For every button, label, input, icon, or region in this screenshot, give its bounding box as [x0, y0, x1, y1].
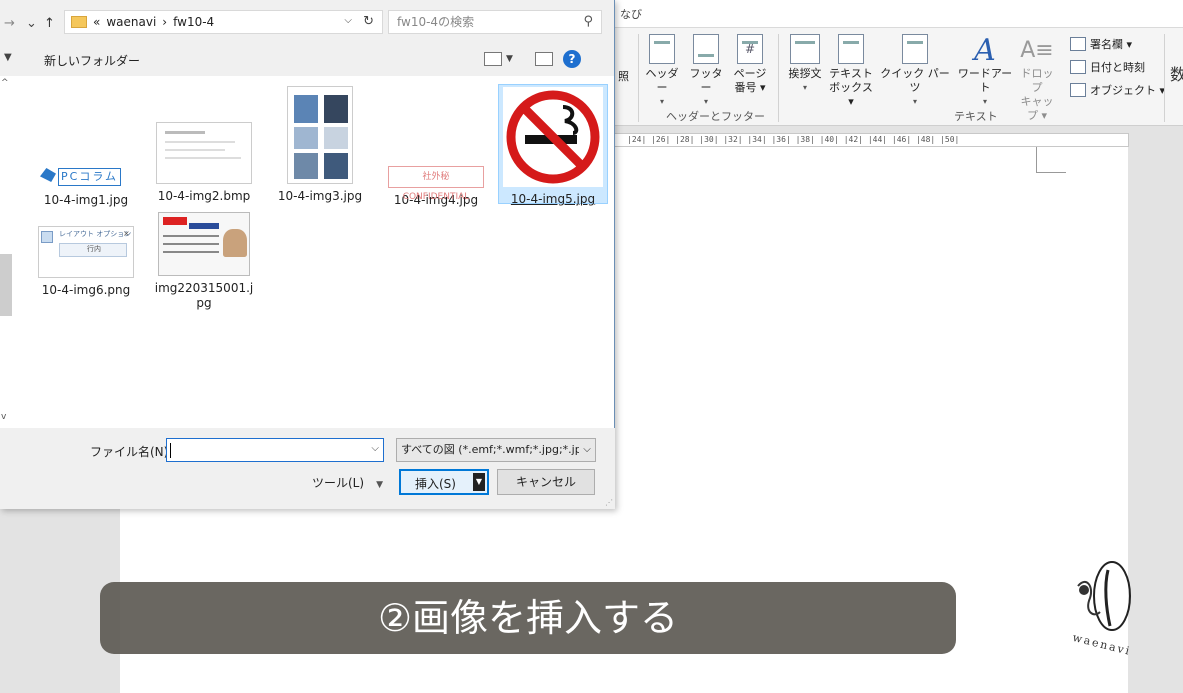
textbox-icon [838, 34, 864, 64]
tools-dropdown-icon: ▼ [376, 480, 383, 490]
page-number-button[interactable]: # ページ 番号 ▾ [730, 34, 770, 95]
ribbon-insert: 照 ヘッダー ▾ フッター ▾ # ページ 番号 ▾ 挨拶文 ▾ テキスト ボッ… [614, 28, 1183, 126]
header-button[interactable]: ヘッダー ▾ [642, 34, 682, 109]
file-name: img220315001.jpg [154, 281, 254, 310]
organize-dropdown-icon[interactable]: ▼ [4, 52, 12, 63]
insert-dropdown-icon[interactable]: ▼ [473, 473, 485, 491]
group-header-footer-label: ヘッダーとフッター [666, 110, 765, 123]
tutorial-caption: ②画像を挿入する [100, 582, 956, 654]
wordart-icon: A [974, 33, 996, 68]
ribbon-ref-button[interactable]: 照 [618, 70, 629, 84]
quick-parts-icon [902, 34, 928, 64]
file-type-select[interactable]: すべての図 (*.emf;*.wmf;*.jpg;*.jp ⌵ [396, 438, 596, 462]
folder-icon [71, 16, 87, 28]
filename-label: ファイル名(N): [90, 445, 173, 459]
refresh-icon[interactable]: ↻ [363, 14, 374, 29]
page-margin-corner [1036, 147, 1066, 173]
date-time-button[interactable]: 日付と時刻 [1070, 59, 1145, 75]
up-arrow-icon[interactable]: ↑ [44, 16, 55, 31]
object-icon [1070, 83, 1086, 97]
file-item[interactable]: img220315001.jpg [154, 212, 254, 311]
no-smoking-icon [503, 87, 603, 187]
group-separator [1164, 34, 1165, 122]
object-button[interactable]: オブジェクト ▾ [1070, 82, 1165, 98]
header-icon [649, 34, 675, 64]
cancel-button[interactable]: キャンセル [497, 469, 595, 495]
waenavi-logo: waenavi [1064, 556, 1140, 668]
tools-button[interactable]: ツール(L) ▼ [312, 474, 383, 491]
address-field[interactable]: « waenavi › fw10-4 ⌵ ↻ [64, 10, 383, 34]
signature-icon [1070, 37, 1086, 51]
file-item[interactable]: レイアウト オプション 行内 × 10-4-img6.png [36, 226, 136, 298]
view-mode-icon[interactable] [484, 52, 502, 66]
file-name: 10-4-img6.png [41, 283, 131, 297]
scrollbar-thumb[interactable] [0, 254, 12, 316]
greeting-button[interactable]: 挨拶文 ▾ [784, 34, 826, 95]
file-item[interactable]: 10-4-img3.jpg [270, 86, 370, 204]
thumbnail [158, 212, 250, 276]
search-icon: ⚲ [583, 14, 593, 29]
new-folder-button[interactable]: 新しいフォルダー [44, 52, 140, 69]
signature-line-button[interactable]: 署名欄 ▾ [1070, 36, 1132, 52]
search-input[interactable]: fw10-4の検索 ⚲ [388, 10, 602, 34]
scroll-down-icon[interactable]: v [1, 412, 6, 422]
thumbnail: PCコラム [38, 166, 134, 188]
thumbnail: レイアウト オプション 行内 × [38, 226, 134, 278]
file-name: 10-4-img1.jpg [43, 193, 129, 207]
address-bar-row: → ⌄ ↑ « waenavi › fw10-4 ⌵ ↻ fw10-4の検索 ⚲ [0, 8, 615, 40]
forward-arrow-icon[interactable]: → [4, 16, 15, 31]
chevron-down-icon: ⌵ [579, 439, 595, 461]
file-item[interactable]: 10-4-img2.bmp [154, 122, 254, 204]
file-item-selected[interactable]: 10-4-img5.jpg [498, 84, 608, 206]
footer-icon [693, 34, 719, 64]
group-separator [778, 34, 779, 122]
quick-parts-button[interactable]: クイック パーツ ▾ [878, 34, 952, 109]
date-time-icon [1070, 60, 1086, 74]
breadcrumb-fw10-4[interactable]: fw10-4 [173, 15, 214, 29]
filename-dropdown-icon[interactable]: ⌵ [371, 443, 379, 454]
address-dropdown-icon[interactable]: ⌵ [344, 15, 352, 26]
view-dropdown-icon[interactable]: ▼ [506, 54, 513, 64]
file-item[interactable]: PCコラム 10-4-img1.jpg [36, 162, 136, 208]
nav-pane-scrollbar[interactable]: ^ v [0, 76, 14, 428]
wordart-button[interactable]: A ワードアート ▾ [954, 34, 1016, 109]
horizontal-ruler[interactable]: |24| |26| |28| |30| |32| |34| |36| |38| … [614, 133, 1129, 147]
tab-label-partial[interactable]: なび [620, 6, 642, 22]
breadcrumb-waenavi[interactable]: waenavi [106, 15, 156, 29]
dropcap-button[interactable]: A≡ ドロップ キャップ ▾ [1016, 34, 1058, 123]
dialog-toolbar: ▼ 新しいフォルダー ▼ ? [0, 44, 615, 76]
chevron-down-icon[interactable]: ⌄ [26, 16, 37, 31]
filename-input[interactable]: ⌵ [166, 438, 384, 462]
thumbnail [287, 86, 353, 184]
page-number-icon: # [737, 34, 763, 64]
thumbnail [156, 122, 252, 184]
textbox-button[interactable]: テキスト ボックス ▾ [828, 34, 874, 109]
insert-button[interactable]: 挿入(S) ▼ [399, 469, 489, 495]
scroll-up-icon[interactable]: ^ [1, 78, 9, 88]
file-name: 10-4-img3.jpg [277, 189, 363, 203]
resize-grip-icon[interactable]: ⋰ [605, 498, 613, 507]
ribbon-edge-glyph[interactable]: 数 [1170, 67, 1183, 83]
group-separator [638, 34, 639, 122]
file-list: PCコラム 10-4-img1.jpg 10-4-img2.bmp 10-4-i… [14, 76, 614, 428]
preview-pane-icon[interactable] [534, 52, 553, 66]
footer-button[interactable]: フッター ▾ [686, 34, 726, 109]
insert-picture-dialog: → ⌄ ↑ « waenavi › fw10-4 ⌵ ↻ fw10-4の検索 ⚲… [0, 0, 615, 509]
group-text-label: テキスト [954, 110, 998, 123]
file-name: 10-4-img2.bmp [157, 189, 251, 203]
ribbon-tab-strip: なび [614, 0, 1183, 28]
help-icon[interactable]: ? [562, 50, 581, 68]
dialog-footer: ファイル名(N): ⌵ すべての図 (*.emf;*.wmf;*.jpg;*.j… [0, 428, 615, 509]
file-name: 10-4-img5.jpg [510, 192, 596, 206]
dropcap-icon: A≡ [1020, 38, 1054, 63]
file-item[interactable]: 社外秘 CONFIDENTIAL 10-4-img4.jpg [386, 162, 486, 208]
greeting-icon [790, 34, 820, 64]
thumbnail: 社外秘 CONFIDENTIAL [388, 166, 484, 202]
text-caret [170, 443, 171, 458]
